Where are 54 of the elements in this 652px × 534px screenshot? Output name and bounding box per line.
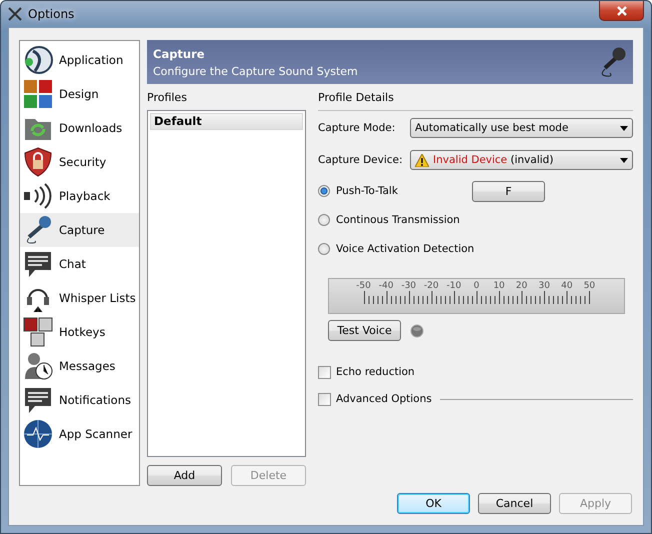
mode-label: Continous Transmission — [336, 214, 461, 226]
hotkey-button[interactable]: F — [472, 180, 545, 202]
details-label: Profile Details — [318, 91, 395, 106]
category-item[interactable]: Messages — [20, 349, 139, 383]
category-item[interactable]: Design — [20, 77, 139, 111]
chat-bubble-icon — [23, 385, 53, 415]
test-voice-button[interactable]: Test Voice — [328, 320, 401, 341]
color-tiles-icon — [23, 79, 53, 109]
capture-mode-dropdown[interactable]: Automatically use best mode — [410, 118, 633, 138]
category-item[interactable]: Security — [20, 145, 139, 179]
capture-device-label: Capture Device: — [318, 154, 404, 166]
option-label: Echo reduction — [336, 366, 415, 378]
swirl-logo-icon — [23, 45, 53, 75]
mode-label: Push-To-Talk — [336, 185, 399, 197]
profile-item[interactable]: Default — [150, 113, 303, 130]
mode-label: Voice Activation Detection — [336, 243, 472, 255]
category-item[interactable]: Chat — [20, 247, 139, 281]
chat-bubble-icon — [23, 249, 53, 279]
close-button[interactable] — [599, 1, 644, 21]
option-label: Advanced Options — [336, 393, 432, 405]
person-clock-icon — [23, 351, 53, 381]
speaker-icon — [23, 181, 53, 211]
capture-device-dropdown[interactable]: Invalid Device (invalid) — [410, 150, 633, 170]
level-meter: -50 -40 -30 -20 -10 0 10 20 30 40 50 — [328, 278, 625, 314]
capture-mode-label: Capture Mode: — [318, 122, 396, 134]
header-subtitle: Configure the Capture Sound System — [153, 64, 358, 78]
cancel-button[interactable]: Cancel — [478, 493, 551, 514]
dropdown-arrow-icon — [620, 126, 628, 130]
status-light-icon — [410, 324, 424, 338]
keys-icon — [23, 317, 53, 347]
category-item[interactable]: Notifications — [20, 383, 139, 417]
dropdown-arrow-icon — [620, 158, 628, 162]
ok-button[interactable]: OK — [397, 493, 470, 514]
category-item[interactable]: Whisper Lists — [20, 281, 139, 315]
radar-globe-icon — [23, 419, 53, 449]
add-button[interactable]: Add — [147, 465, 222, 486]
category-item[interactable]: Downloads — [20, 111, 139, 145]
window-title: Options — [28, 7, 74, 21]
category-item[interactable]: Capture — [20, 213, 139, 247]
radio-button[interactable] — [318, 185, 330, 197]
shield-lock-icon — [23, 147, 53, 177]
checkbox[interactable] — [318, 392, 331, 406]
radio-button[interactable] — [318, 214, 330, 226]
category-item[interactable]: Hotkeys — [20, 315, 139, 349]
category-item[interactable]: App Scanner — [20, 417, 139, 451]
header-title: Capture — [153, 46, 206, 60]
warning-icon — [415, 154, 429, 166]
category-item[interactable]: Application — [20, 43, 139, 77]
radio-button[interactable] — [318, 243, 330, 255]
tools-icon — [7, 6, 23, 22]
checkbox[interactable] — [318, 366, 331, 378]
profiles-label: Profiles — [147, 91, 188, 106]
category-item[interactable]: Playback — [20, 179, 139, 213]
close-icon — [616, 6, 628, 16]
